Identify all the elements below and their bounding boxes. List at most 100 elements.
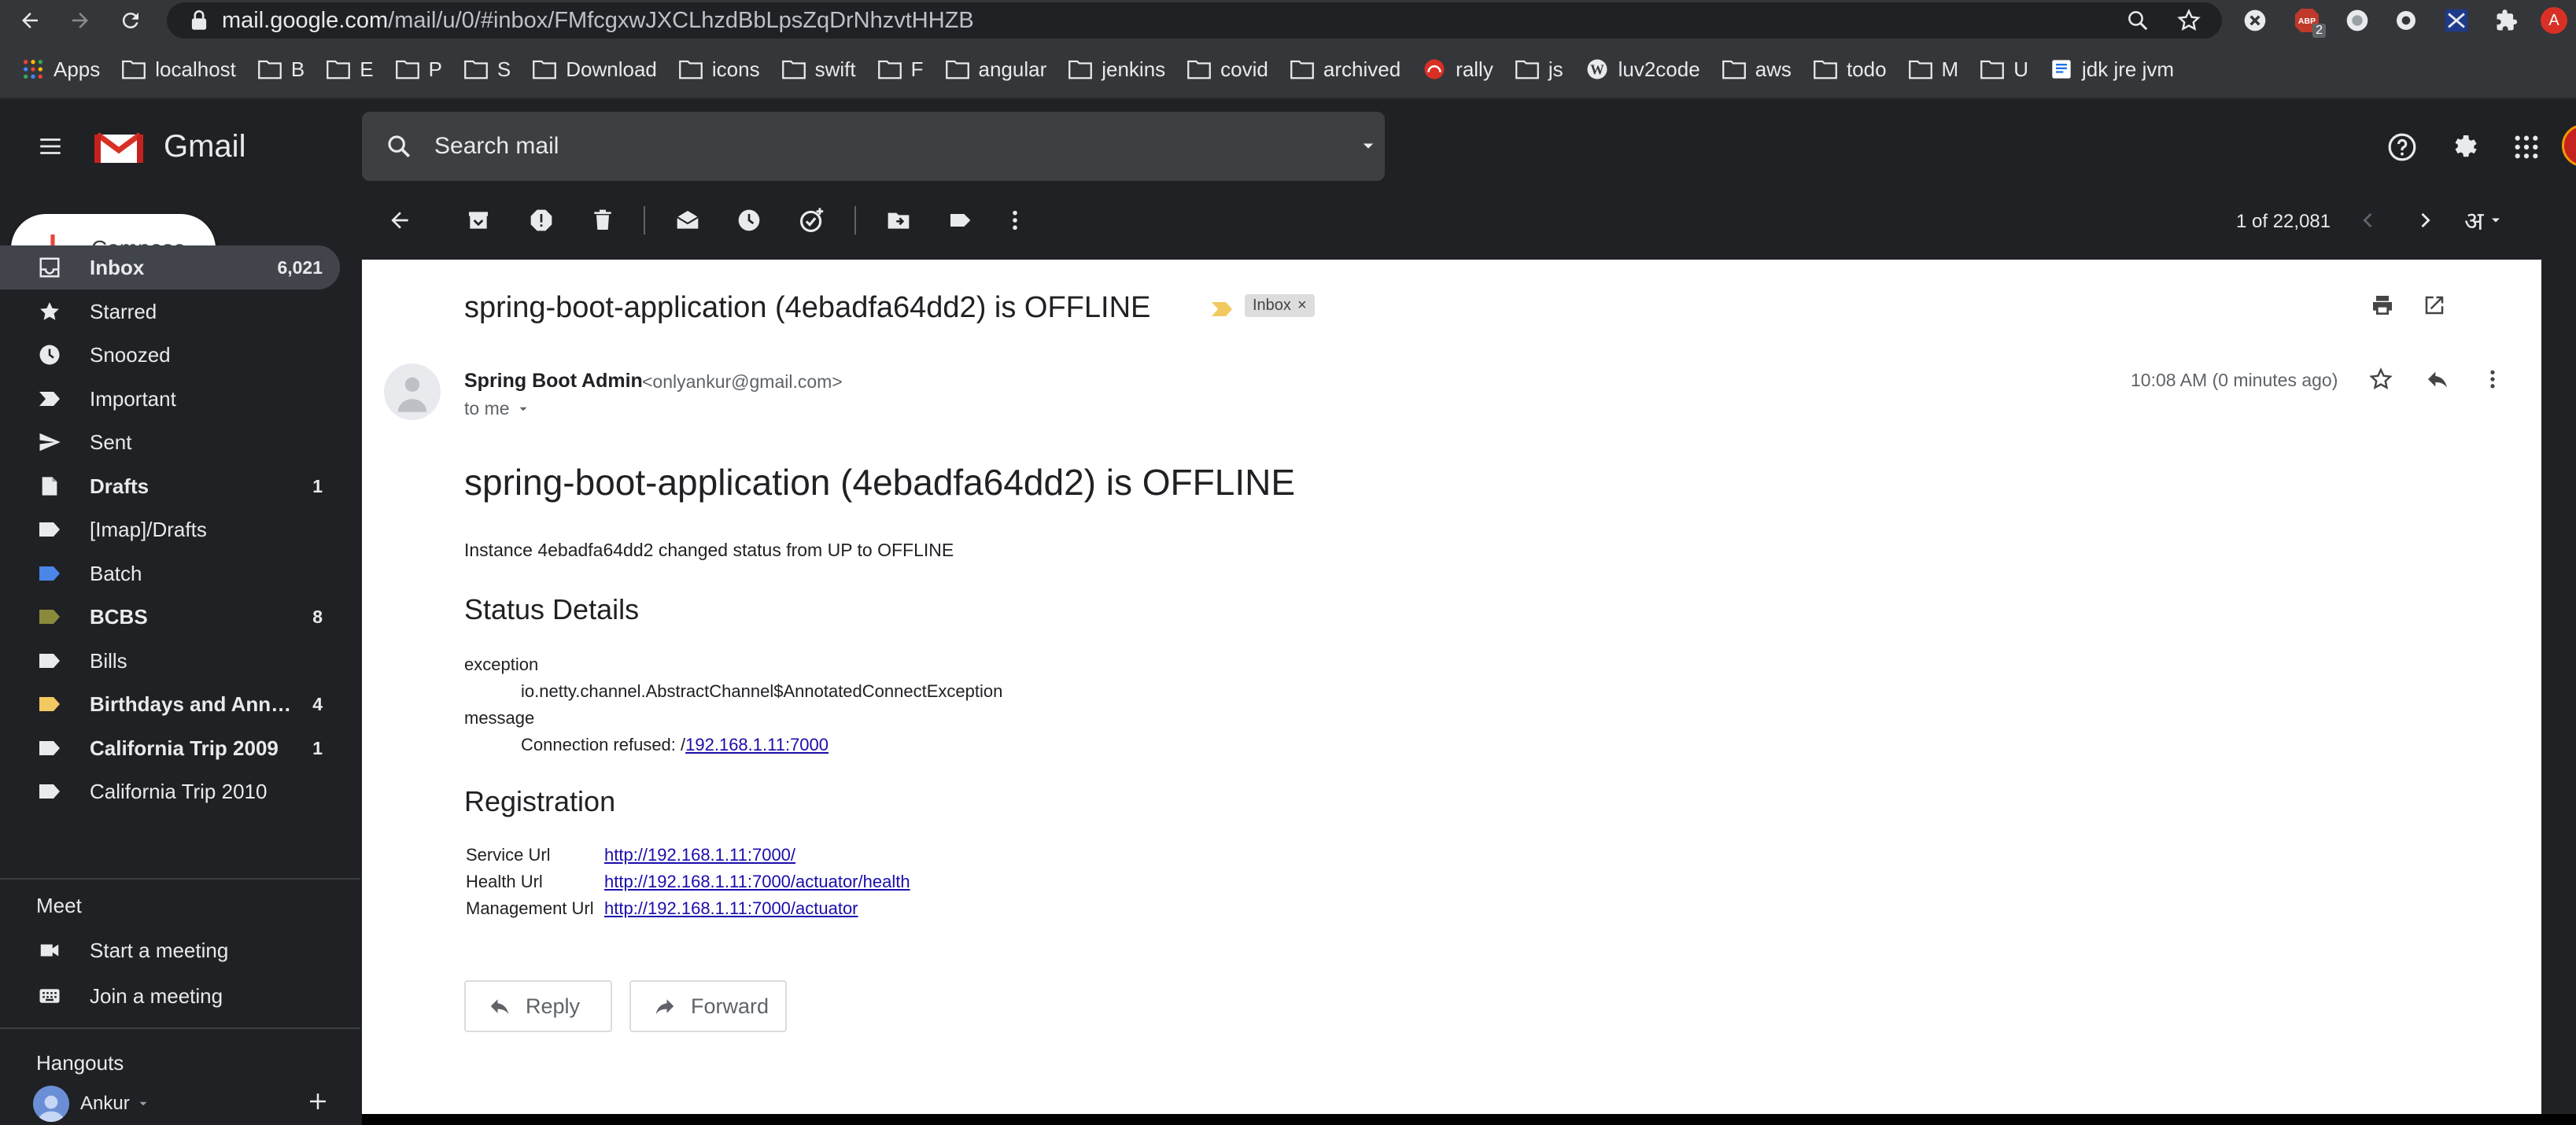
sidebar-item-snoozed[interactable]: Snoozed	[0, 333, 340, 377]
mark-unread-icon[interactable]	[669, 201, 707, 239]
archive-icon[interactable]	[459, 201, 497, 239]
search-bar[interactable]: Search mail	[362, 112, 1385, 181]
extension-close-icon[interactable]	[2239, 5, 2271, 36]
folder-icon	[258, 59, 291, 79]
bookmark-archived[interactable]: archived	[1290, 57, 1401, 82]
recipients-line[interactable]: to me	[464, 398, 530, 419]
bookmark-covid[interactable]: covid	[1187, 57, 1268, 82]
sidebar-item-drafts[interactable]: Drafts 1	[0, 464, 340, 508]
bookmark-todo[interactable]: todo	[1814, 57, 1887, 82]
sidebar-item-inbox[interactable]: Inbox 6,021	[0, 245, 340, 290]
sidebar-item-label: Inbox	[90, 255, 145, 279]
svg-text:W: W	[1590, 61, 1604, 77]
back-icon[interactable]	[13, 3, 47, 38]
registration-key: Management Url	[466, 898, 594, 918]
open-new-window-icon[interactable]	[2417, 288, 2452, 323]
forward-button[interactable]: Forward	[629, 980, 787, 1032]
bookmark-js[interactable]: js	[1515, 57, 1563, 82]
newer-chevron-icon[interactable]	[2349, 201, 2387, 239]
address-bar[interactable]: mail.google.com/mail/u/0/#inbox/FMfcgxwJ…	[167, 2, 2222, 39]
google-apps-grid-icon[interactable]	[2507, 127, 2546, 167]
sidebar-item-birthdays-and-anniv[interactable]: Birthdays and Anniv... 4	[0, 682, 340, 726]
bookmark-b[interactable]: B	[258, 57, 304, 82]
health-url-link[interactable]: http://192.168.1.11:7000/actuator/health	[604, 872, 910, 898]
label-icon	[36, 691, 63, 717]
sidebar-item-california-trip-2009[interactable]: California Trip 2009 1	[0, 726, 340, 770]
bookmark-aws[interactable]: aws	[1722, 57, 1792, 82]
sidebar-item-california-trip-2010[interactable]: California Trip 2010	[0, 769, 340, 813]
bookmark-localhost[interactable]: localhost	[122, 57, 236, 82]
bookmark-icons[interactable]: icons	[679, 57, 760, 82]
new-conversation-plus-icon[interactable]	[302, 1086, 334, 1117]
bookmark-rally[interactable]: rally	[1423, 57, 1493, 82]
bookmark-swift[interactable]: swift	[781, 57, 856, 82]
message-more-icon[interactable]	[2475, 362, 2510, 397]
bookmark-angular[interactable]: angular	[945, 57, 1046, 82]
extensions-puzzle-icon[interactable]	[2491, 5, 2522, 36]
sidebar-item-batch[interactable]: Batch	[0, 551, 340, 596]
more-vertical-icon[interactable]	[996, 201, 1034, 239]
settings-gear-icon[interactable]	[2444, 127, 2483, 167]
table-row: Management Url http://192.168.1.11:7000/…	[466, 898, 910, 925]
bookmark-p[interactable]: P	[395, 57, 442, 82]
start-meeting-label: Start a meeting	[90, 938, 229, 962]
sidebar-item--imap-drafts[interactable]: [Imap]/Drafts	[0, 507, 340, 551]
folder-icon	[1515, 59, 1548, 79]
reply-icon[interactable]	[2420, 362, 2455, 397]
search-icon[interactable]	[386, 133, 412, 160]
remove-label-icon[interactable]: ×	[1297, 297, 1307, 314]
sidebar-item-important[interactable]: Important	[0, 377, 340, 421]
recipients-text: to me	[464, 398, 510, 419]
help-icon[interactable]	[2382, 127, 2422, 167]
sidebar-item-label: Starred	[90, 299, 157, 323]
extension-gear-icon[interactable]	[2390, 5, 2422, 36]
star-icon[interactable]	[2364, 362, 2398, 397]
older-chevron-icon[interactable]	[2406, 201, 2444, 239]
start-meeting-item[interactable]: Start a meeting	[0, 928, 340, 972]
bookmark-s[interactable]: S	[464, 57, 511, 82]
offline-host-link[interactable]: 192.168.1.11:7000	[685, 735, 829, 754]
search-options-icon[interactable]	[1356, 134, 1380, 157]
sender-avatar[interactable]	[384, 363, 441, 420]
bookmark-download[interactable]: Download	[533, 57, 657, 82]
bookmark-apps[interactable]: Apps	[22, 57, 100, 82]
snooze-clock-icon[interactable]	[730, 201, 768, 239]
sidebar-item-sent[interactable]: Sent	[0, 420, 340, 464]
bookmark-f[interactable]: F	[877, 57, 924, 82]
join-meeting-item[interactable]: Join a meeting	[0, 974, 340, 1018]
add-task-icon[interactable]	[793, 201, 831, 239]
extension-flag-icon[interactable]	[2441, 5, 2472, 36]
input-tools-button[interactable]: अ	[2464, 201, 2504, 239]
forward-icon[interactable]	[63, 3, 98, 38]
labels-icon[interactable]	[941, 201, 979, 239]
print-icon[interactable]	[2365, 288, 2400, 323]
hangouts-user[interactable]: Ankur	[33, 1084, 150, 1123]
move-to-icon[interactable]	[880, 201, 917, 239]
delete-icon[interactable]	[584, 201, 622, 239]
reload-icon[interactable]	[113, 3, 148, 38]
important-icon	[36, 385, 63, 412]
zoom-icon[interactable]	[2126, 9, 2150, 32]
account-avatar[interactable]	[2562, 124, 2576, 167]
sidebar-item-starred[interactable]: Starred	[0, 290, 340, 334]
service-url-link[interactable]: http://192.168.1.11:7000/	[604, 845, 795, 872]
bookmark-jdk-jre-jvm[interactable]: jdk jre jvm	[2050, 57, 2174, 82]
sidebar-item-bills[interactable]: Bills	[0, 639, 340, 683]
important-marker-icon[interactable]	[1210, 301, 1234, 318]
bookmark-e[interactable]: E	[327, 57, 374, 82]
inbox-label-badge[interactable]: Inbox ×	[1245, 294, 1315, 317]
bookmark-luv2code[interactable]: Wluv2code	[1585, 57, 1700, 82]
back-to-inbox-icon[interactable]	[381, 201, 419, 239]
profile-avatar[interactable]: A	[2538, 5, 2570, 36]
bookmark-u[interactable]: U	[1980, 57, 2028, 82]
sender-name[interactable]: Spring Boot Admin	[464, 370, 643, 393]
reply-button[interactable]: Reply	[464, 980, 612, 1032]
management-url-link[interactable]: http://192.168.1.11:7000/actuator	[604, 898, 858, 925]
extension-circle-icon[interactable]	[2342, 5, 2373, 36]
bookmark-star-icon[interactable]	[2176, 8, 2201, 33]
adblock-icon[interactable]: ABP 2	[2291, 5, 2326, 38]
bookmark-jenkins[interactable]: jenkins	[1068, 57, 1165, 82]
report-spam-icon[interactable]	[522, 201, 560, 239]
bookmark-m[interactable]: M	[1908, 57, 1958, 82]
sidebar-item-bcbs[interactable]: BCBS 8	[0, 595, 340, 639]
